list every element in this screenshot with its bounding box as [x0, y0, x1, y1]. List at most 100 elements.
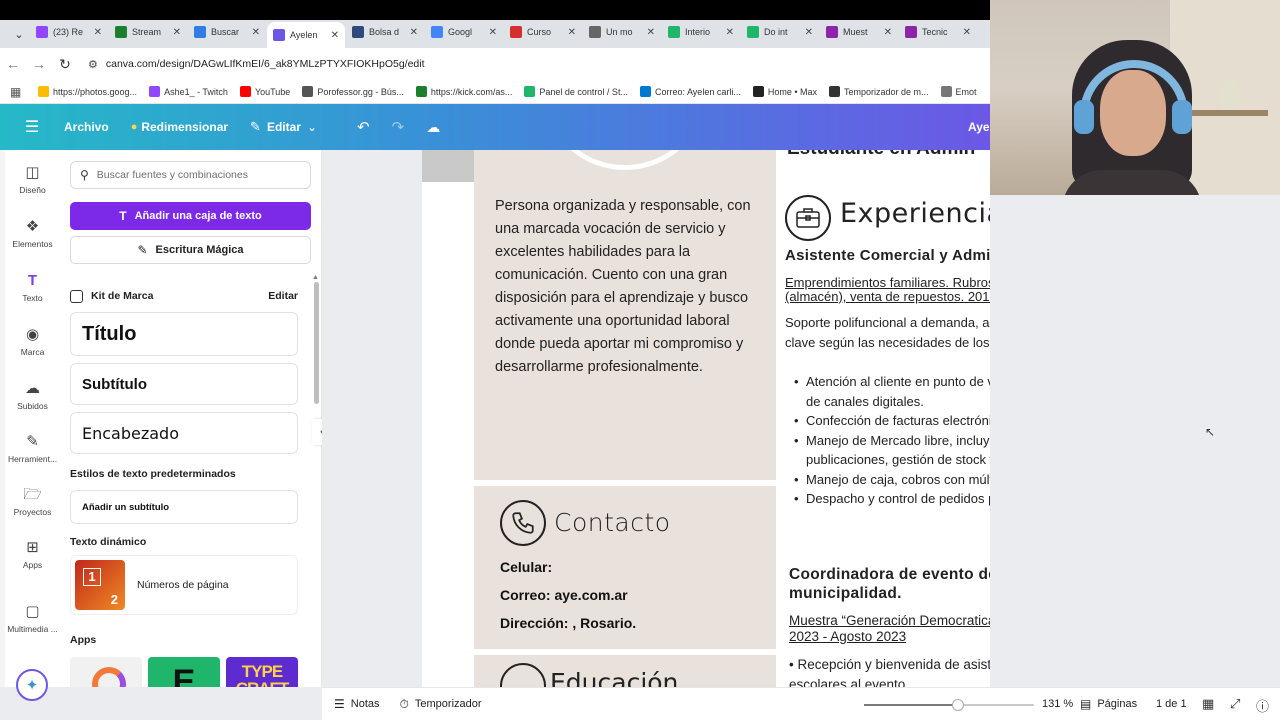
- tab-close-icon[interactable]: ✕: [568, 27, 576, 38]
- help-icon[interactable]: ⓘ: [1256, 696, 1269, 715]
- user-name[interactable]: Aye: [968, 120, 990, 134]
- reload-icon[interactable]: ↻: [52, 56, 78, 73]
- bookmark-item[interactable]: Home • Max: [752, 86, 817, 97]
- tab-close-icon[interactable]: ✕: [173, 27, 181, 38]
- bookmark-item[interactable]: https://photos.goog...: [38, 86, 137, 97]
- job1-title[interactable]: Asistente Comercial y Administrativo: [785, 247, 990, 264]
- job1-bullet[interactable]: Confección de facturas electrónicas.: [794, 411, 990, 431]
- magic-write-button[interactable]: ✎ Escritura Mágica: [70, 236, 311, 264]
- panel-scrollbar[interactable]: [314, 282, 319, 404]
- back-icon[interactable]: ←: [0, 56, 26, 72]
- subtitle-style-card[interactable]: Subtítulo: [70, 363, 298, 405]
- rail-item[interactable]: ❖ Elementos: [5, 218, 60, 249]
- magic-assistant-icon[interactable]: ✦: [16, 669, 48, 701]
- education-box[interactable]: Educación: [474, 655, 776, 687]
- add-textbox-button[interactable]: T Añadir una caja de texto: [70, 202, 311, 230]
- bookmark-item[interactable]: Emot: [940, 86, 977, 97]
- edit-mode-button[interactable]: ✎ Editar ⌄: [250, 119, 317, 135]
- title-style-card[interactable]: Título: [70, 312, 298, 356]
- app-thumbnail-1[interactable]: [70, 657, 142, 687]
- browser-tab[interactable]: (23) Re ✕: [30, 20, 108, 44]
- zoom-slider[interactable]: [864, 699, 1034, 711]
- student-heading[interactable]: Estudiante en Admin: [787, 150, 975, 160]
- job1-description[interactable]: Soporte polifuncional a demanda, asumien…: [785, 313, 990, 352]
- bookmark-item[interactable]: Ashe1_ - Twitch: [149, 86, 228, 97]
- zoom-slider-handle[interactable]: [951, 699, 964, 711]
- browser-tab[interactable]: Ayelen ✕: [267, 22, 345, 48]
- tab-close-icon[interactable]: ✕: [726, 27, 734, 38]
- rail-item[interactable]: 🗁 Proyectos: [5, 486, 60, 517]
- profile-text[interactable]: Persona organizada y responsable, con un…: [495, 195, 763, 379]
- scroll-up-arrow-icon[interactable]: ▲: [312, 274, 319, 281]
- rail-item[interactable]: ✎ Herramient...: [5, 433, 60, 464]
- profile-box[interactable]: Persona organizada y responsable, con un…: [474, 150, 776, 480]
- rail-item[interactable]: ▢ Multimedia ...: [5, 603, 60, 634]
- job1-bullet[interactable]: Manejo de Mercado libre, incluyendo crea…: [794, 431, 990, 470]
- rail-item[interactable]: ◫ Diseño: [5, 164, 60, 195]
- grid-view-icon[interactable]: ▦: [1202, 696, 1214, 712]
- bookmark-item[interactable]: Porofessor.gg - Bús...: [302, 86, 404, 97]
- rail-item[interactable]: ◉ Marca: [5, 326, 60, 357]
- add-subtitle-card[interactable]: Añadir un subtítulo: [70, 490, 298, 524]
- font-search-input[interactable]: [96, 169, 287, 181]
- bookmark-item[interactable]: Temporizador de m...: [829, 86, 929, 97]
- tab-close-icon[interactable]: ✕: [94, 27, 102, 38]
- hamburger-menu-icon[interactable]: ☰: [0, 117, 64, 137]
- rail-item[interactable]: T Texto: [5, 272, 60, 303]
- forward-icon[interactable]: →: [26, 56, 52, 72]
- resize-button[interactable]: ● Redimensionar: [131, 120, 228, 134]
- fullscreen-icon[interactable]: ⤢: [1230, 696, 1240, 712]
- job1-bullet-list[interactable]: Atención al cliente en punto de venta, v…: [794, 372, 990, 509]
- brand-kit-edit-button[interactable]: Editar: [268, 290, 298, 302]
- bookmark-item[interactable]: YouTube: [239, 86, 290, 97]
- heading-style-card[interactable]: Encabezado: [70, 412, 298, 454]
- job1-bullet[interactable]: Despacho y control de pedidos para el se…: [794, 489, 990, 509]
- browser-tab[interactable]: Interio ✕: [662, 20, 740, 44]
- file-menu-button[interactable]: Archivo: [64, 120, 109, 134]
- app-thumbnail-2[interactable]: E: [148, 657, 220, 687]
- tab-search-icon[interactable]: ⌄: [8, 28, 30, 41]
- timer-button[interactable]: ⏱ Temporizador: [400, 697, 482, 712]
- education-title[interactable]: Educación: [550, 668, 678, 687]
- job1-bullet[interactable]: Atención al cliente en punto de venta, v…: [794, 372, 990, 411]
- tab-close-icon[interactable]: ✕: [489, 27, 497, 38]
- rail-item[interactable]: ⊞ Apps: [5, 539, 60, 570]
- site-info-icon[interactable]: ⚙: [88, 58, 98, 71]
- zoom-value[interactable]: 131 %: [1042, 698, 1073, 710]
- browser-tab[interactable]: Muest ✕: [820, 20, 898, 44]
- browser-tab[interactable]: Googl ✕: [425, 20, 503, 44]
- browser-tab[interactable]: Tecnic ✕: [899, 20, 977, 44]
- contact-title[interactable]: Contacto: [554, 508, 671, 537]
- tab-close-icon[interactable]: ✕: [252, 27, 260, 38]
- pages-button[interactable]: ▤ Páginas: [1080, 697, 1137, 711]
- undo-icon[interactable]: ↶: [357, 118, 370, 136]
- browser-tab[interactable]: Bolsa d ✕: [346, 20, 424, 44]
- bookmark-item[interactable]: https://kick.com/as...: [415, 86, 512, 97]
- apps-grid-icon[interactable]: ▦: [10, 85, 38, 99]
- bookmark-item[interactable]: Panel de control / St...: [524, 86, 628, 97]
- browser-tab[interactable]: Un mo ✕: [583, 20, 661, 44]
- tab-close-icon[interactable]: ✕: [331, 30, 339, 41]
- browser-tab[interactable]: Stream ✕: [109, 20, 187, 44]
- cloud-save-icon[interactable]: ☁: [426, 119, 440, 136]
- job2-meta[interactable]: Muestra “Generación Democratica” Galpón …: [789, 613, 990, 645]
- design-page[interactable]: Persona organizada y responsable, con un…: [422, 150, 990, 687]
- bookmark-item[interactable]: Correo: Ayelen carli...: [639, 86, 741, 97]
- page-numbers-card[interactable]: 12 Números de página: [70, 555, 298, 615]
- email-line[interactable]: Correo: aye.com.ar: [500, 587, 628, 603]
- phone-line[interactable]: Celular:: [500, 559, 552, 575]
- url-input[interactable]: ⚙ canva.com/design/DAGwLIfKmEI/6_ak8YMLz…: [84, 51, 982, 77]
- job2-line[interactable]: • Recepción y bienvenida de asistentes y…: [789, 655, 990, 687]
- apps-next-icon[interactable]: ›: [290, 683, 294, 687]
- notes-button[interactable]: ☰ Notas: [334, 697, 380, 711]
- contact-box[interactable]: Contacto Celular: Correo: aye.com.ar Dir…: [474, 486, 776, 649]
- experience-title[interactable]: Experiencia laboral: [840, 198, 990, 229]
- job1-meta[interactable]: Emprendimientos familiares. Rubros: gast…: [785, 276, 990, 304]
- font-search-box[interactable]: ⚲: [70, 161, 311, 189]
- browser-tab[interactable]: Buscar ✕: [188, 20, 266, 44]
- tab-close-icon[interactable]: ✕: [805, 27, 813, 38]
- browser-tab[interactable]: Curso ✕: [504, 20, 582, 44]
- tab-close-icon[interactable]: ✕: [963, 27, 971, 38]
- tab-close-icon[interactable]: ✕: [884, 27, 892, 38]
- rail-item[interactable]: ☁ Subidos: [5, 380, 60, 411]
